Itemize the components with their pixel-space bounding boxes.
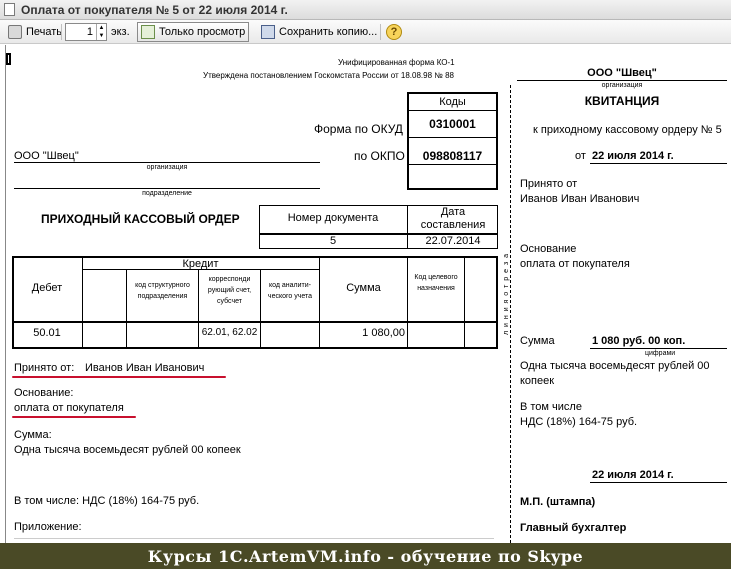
basis-value: оплата от покупателя	[14, 402, 124, 414]
receipt-received-label: Принято от	[520, 178, 578, 190]
receipt-including-label: В том числе	[520, 401, 582, 413]
receipt-sum-caption: цифрами	[645, 350, 676, 357]
divider	[407, 164, 498, 165]
divider	[517, 80, 727, 81]
receipt-date-bottom: 22 июля 2014 г.	[592, 469, 674, 481]
doc-number-header: Номер документа	[287, 212, 379, 224]
cut-line-label: л и н и я о т р е з а	[503, 253, 510, 335]
toolbar-separator	[61, 24, 62, 40]
sum-words: Одна тысяча восемьдесят рублей 00 копеек	[14, 444, 241, 456]
divider	[12, 321, 498, 323]
left-margin-line	[5, 45, 6, 543]
divider	[14, 538, 494, 539]
promo-banner: Курсы 1С.ArtemVM.info - обучение по Skyp…	[0, 543, 731, 569]
receipt-title: КВИТАНЦИЯ	[584, 94, 660, 108]
spin-arrows-icon[interactable]: ▲ ▼	[96, 24, 106, 40]
organization-name: ООО "Швец"	[14, 150, 79, 162]
help-button[interactable]: ?	[386, 22, 402, 42]
subdivision-caption: подразделение	[142, 190, 192, 197]
target-code-header: Код целевого назначения	[414, 274, 458, 292]
doc-date-value: 22.07.2014	[425, 235, 481, 247]
text-cursor	[6, 53, 11, 65]
attachment-label: Приложение:	[14, 521, 82, 533]
help-icon: ?	[386, 24, 402, 40]
divider	[407, 256, 408, 349]
print-label: Печать	[26, 26, 63, 38]
doc-date-header: Дата составления	[420, 206, 486, 231]
receipt-sum-words-2: копеек	[520, 375, 555, 387]
save-icon	[261, 25, 275, 39]
divider	[14, 188, 320, 189]
okpo-label: по ОКПО	[354, 149, 405, 163]
toolbar: Печать 1 ▲ ▼ экз. Только просмотр Сохрани…	[0, 20, 731, 44]
credit-header: Кредит	[182, 258, 219, 270]
row-corr: 62.01, 62.02	[201, 327, 258, 338]
divider	[590, 482, 727, 483]
print-button[interactable]: Печать	[4, 22, 66, 42]
basis-label: Основание:	[14, 387, 74, 399]
receipt-sum-figures: 1 080 руб. 00 коп.	[592, 335, 686, 347]
view-only-toggle[interactable]: Только просмотр	[137, 22, 250, 42]
view-only-icon	[141, 25, 155, 39]
receipt-to-order: к приходному кассовому ордеру № 5	[533, 124, 722, 136]
printer-icon	[8, 25, 22, 39]
receipt-sum-words-1: Одна тысяча восемьдесят рублей 00	[520, 360, 710, 372]
col-corr-header: корреспонди рующий счет, субсчет	[207, 276, 252, 305]
debit-header: Дебет	[31, 282, 63, 294]
receipt-basis: оплата от покупателя	[520, 258, 630, 270]
col-analytic-header: код аналити- ческого учета	[267, 282, 313, 300]
receipt-basis-label: Основание	[520, 243, 577, 255]
receipt-date-prefix: от	[575, 150, 586, 162]
copies-stepper[interactable]: 1 ▲ ▼ экз.	[65, 22, 130, 42]
order-title: ПРИХОДНЫЙ КАССОВЫЙ ОРДЕР	[41, 212, 240, 226]
okud-label: Форма по ОКУД	[314, 122, 403, 136]
received-from-label: Принято от:	[14, 362, 75, 374]
copies-value[interactable]: 1	[66, 24, 96, 40]
divider	[590, 348, 727, 349]
title-bar: Оплата от покупателя № 5 от 22 июля 2014…	[0, 0, 731, 20]
red-underline	[12, 416, 136, 418]
okud-value: 0310001	[429, 117, 476, 131]
red-underline	[12, 376, 226, 378]
divider	[464, 256, 465, 349]
receipt-sum-label: Сумма	[520, 335, 555, 347]
receipt-stamp: М.П. (штампа)	[520, 496, 596, 508]
form-header-1: Унифицированная форма КО-1	[338, 58, 455, 67]
sum-header: Сумма	[346, 282, 381, 294]
save-copy-button[interactable]: Сохранить копию...	[257, 22, 381, 42]
document-icon	[4, 3, 15, 16]
document-area[interactable]: Унифицированная форма КО-1 Утверждена по…	[0, 45, 731, 543]
codes-label: Коды	[439, 96, 466, 108]
organization-caption: организация	[146, 164, 188, 171]
doc-number-value: 5	[329, 235, 337, 247]
col-struct-header: код структурного подразделения	[135, 282, 190, 300]
sum-label: Сумма:	[14, 429, 52, 441]
window-title: Оплата от покупателя № 5 от 22 июля 2014…	[21, 3, 288, 17]
row-debit: 50.01	[33, 327, 61, 339]
receipt-organization: ООО "Швец"	[587, 67, 657, 79]
divider	[407, 110, 498, 111]
receipt-organization-caption: организация	[601, 82, 643, 89]
divider	[407, 137, 498, 138]
okpo-value: 098808117	[422, 149, 483, 163]
receipt-received-from: Иванов Иван Иванович	[520, 193, 640, 205]
receipt-date: 22 июля 2014 г.	[592, 150, 674, 162]
cut-line	[510, 85, 511, 543]
receipt-chief-accountant: Главный бухгалтер	[520, 522, 627, 534]
form-header-2: Утверждена постановлением Госкомстата Ро…	[203, 71, 454, 80]
save-copy-label: Сохранить копию...	[279, 26, 378, 38]
copies-unit: экз.	[111, 26, 130, 38]
toolbar-separator	[380, 24, 381, 40]
receipt-including: НДС (18%) 164-75 руб.	[520, 416, 638, 428]
row-sum: 1 080,00	[362, 327, 405, 339]
including-text: В том числе: НДС (18%) 164-75 руб.	[14, 495, 200, 507]
divider	[14, 162, 320, 163]
received-from-value: Иванов Иван Иванович	[85, 362, 205, 374]
divider	[590, 163, 727, 164]
view-only-label: Только просмотр	[159, 26, 246, 38]
